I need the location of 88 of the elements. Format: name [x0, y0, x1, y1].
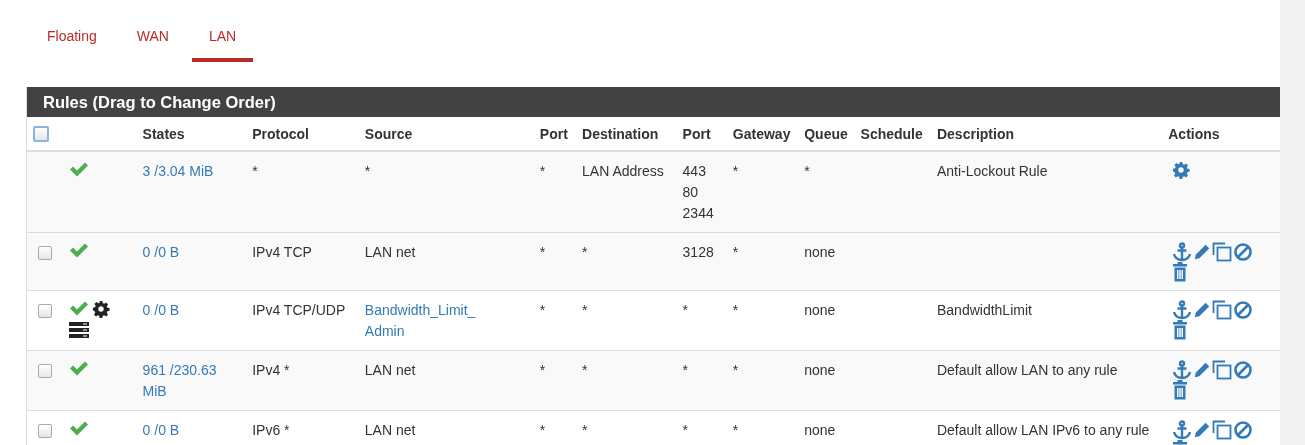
table-cell: * [539, 244, 546, 260]
table-cell: * [582, 422, 588, 438]
states-link[interactable]: 0 /0 B [142, 420, 241, 441]
table-cell: none [804, 362, 836, 378]
copy-icon[interactable] [1212, 300, 1233, 320]
disable-icon[interactable] [1233, 420, 1254, 440]
table-cell: * [682, 302, 689, 318]
trash-icon[interactable] [1172, 320, 1189, 340]
table-cell: BandwidthLimit [936, 302, 1032, 318]
table-cell: * [732, 362, 739, 378]
pencil-icon[interactable] [1193, 242, 1212, 262]
table-cell: * [732, 244, 739, 260]
tab[interactable]: WAN [119, 26, 186, 62]
table-cell: * [539, 302, 546, 318]
tab[interactable]: LAN [191, 26, 254, 62]
column-header: Port [539, 125, 568, 142]
table-cell: none [804, 302, 836, 318]
column-header: Description [936, 125, 1014, 142]
tab[interactable]: Floating [30, 26, 114, 62]
table-cell: IPv4 * [252, 362, 290, 378]
table-cell: LAN net [364, 244, 416, 260]
table-cell: * [804, 163, 810, 179]
row-checkbox[interactable] [38, 246, 52, 261]
copy-icon[interactable] [1212, 420, 1233, 440]
anchor-icon[interactable] [1172, 420, 1193, 440]
trash-icon[interactable] [1172, 380, 1189, 400]
disable-icon[interactable] [1233, 360, 1254, 380]
copy-icon[interactable] [1212, 242, 1233, 262]
trash-icon[interactable] [1172, 262, 1189, 282]
disable-icon[interactable] [1233, 242, 1254, 262]
anchor-icon[interactable] [1172, 242, 1193, 262]
disable-icon[interactable] [1233, 300, 1254, 320]
table-cell: * [732, 422, 739, 438]
table-cell: * [582, 362, 588, 378]
table-cell: none [804, 422, 836, 438]
table-cell: IPv4 TCP [252, 244, 312, 260]
row-checkbox[interactable] [38, 304, 52, 319]
panel-title: Rules (Drag to Change Order) [27, 87, 1281, 117]
copy-icon[interactable] [1212, 360, 1233, 380]
table-cell: LAN net [364, 362, 416, 378]
check-icon [69, 360, 90, 376]
column-header: Source [364, 125, 413, 142]
column-header: Gateway [732, 125, 791, 142]
source-alias-link[interactable]: Bandwidth_Limit_ Admin [364, 300, 490, 342]
column-header: Port [682, 125, 711, 142]
pencil-icon[interactable] [1193, 420, 1212, 440]
table-cell: LAN Address [582, 163, 664, 179]
gear-icon [92, 300, 111, 318]
table-cell: * [682, 422, 689, 438]
pencil-icon[interactable] [1193, 300, 1212, 320]
table-cell: IPv4 TCP/UDP [252, 302, 346, 318]
table-cell: * [539, 422, 546, 438]
check-icon [69, 242, 90, 258]
table-cell: 443 80 2344 [682, 163, 714, 221]
table-cell: Default allow LAN to any rule [936, 362, 1118, 378]
column-header: States [142, 125, 185, 142]
anchor-icon[interactable] [1172, 360, 1193, 380]
pencil-icon[interactable] [1193, 360, 1212, 380]
column-header: Destination [582, 125, 659, 142]
table-cell: IPv6 * [252, 422, 290, 438]
select-all-checkbox[interactable] [33, 126, 49, 143]
check-icon [69, 161, 90, 177]
settings-icon[interactable] [1172, 161, 1191, 179]
table-cell: Default allow LAN IPv6 to any rule [936, 422, 1150, 438]
column-header: Schedule [860, 125, 923, 142]
column-header: Actions [1168, 125, 1220, 142]
column-header: Queue [804, 125, 848, 142]
table-cell: * [682, 362, 689, 378]
table-cell: * [582, 302, 588, 318]
column-header: Protocol [252, 125, 309, 142]
table-cell: 3128 [682, 244, 714, 260]
table-cell: * [539, 163, 546, 179]
table-cell: * [582, 244, 588, 260]
table-cell: LAN net [364, 422, 416, 438]
server-stack-icon [69, 322, 90, 338]
row-checkbox[interactable] [38, 424, 52, 439]
row-checkbox[interactable] [38, 364, 52, 379]
check-icon [69, 420, 90, 436]
table-cell: * [539, 362, 546, 378]
table-cell: * [732, 163, 739, 179]
table-cell: * [252, 163, 258, 179]
check-icon [69, 300, 90, 316]
table-cell: Anti-Lockout Rule [936, 163, 1048, 179]
states-link[interactable]: 0 /0 B [142, 300, 241, 321]
table-cell: none [804, 244, 836, 260]
table-cell: * [732, 302, 739, 318]
anchor-icon[interactable] [1172, 300, 1193, 320]
table-cell: * [364, 163, 371, 179]
